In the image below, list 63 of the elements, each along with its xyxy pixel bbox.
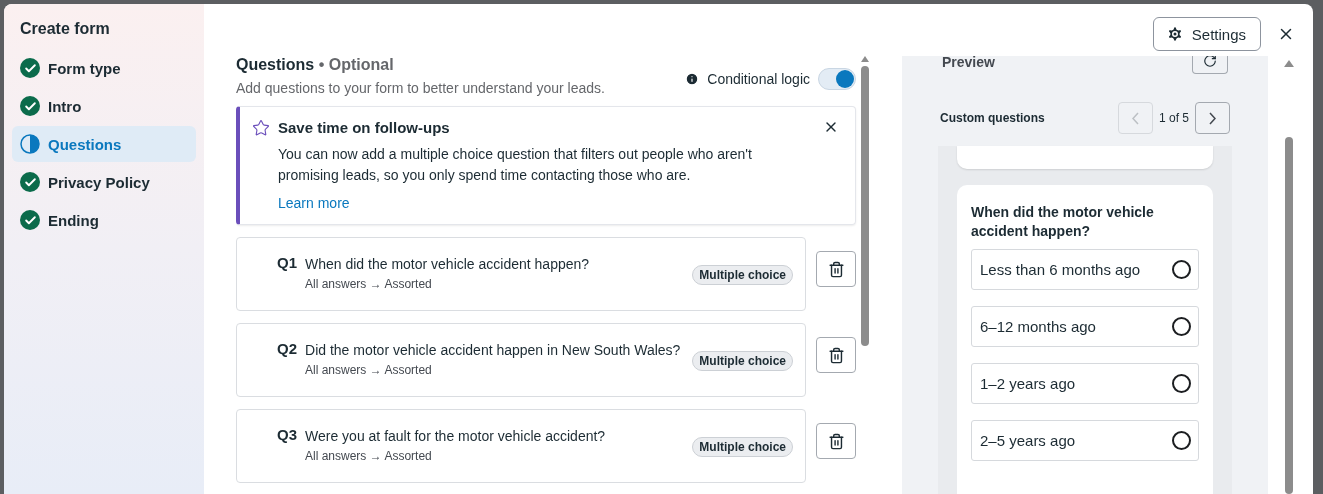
question-card[interactable]: Q1 When did the motor vehicle accident happen? All answers → Assorted Multiple choice	[236, 237, 806, 311]
preview-question: When did the motor vehicle accident happen?	[971, 203, 1155, 241]
conditional-logic-toggle[interactable]	[818, 68, 856, 90]
info-icon[interactable]	[685, 72, 700, 86]
radio-button[interactable]	[1172, 317, 1191, 336]
step-label: Form type	[48, 59, 121, 77]
step-item[interactable]: Privacy Policy	[12, 164, 196, 200]
answer-option[interactable]: 1–2 years ago	[971, 363, 1199, 404]
step-item[interactable]: Ending	[12, 202, 196, 238]
question-routing: All answers → Assorted	[305, 449, 433, 463]
step-label: Ending	[48, 211, 99, 229]
page-indicator: 1 of 5	[1158, 111, 1189, 125]
question-number: Q1	[277, 254, 297, 271]
banner-title: Save time on follow-ups	[278, 119, 451, 136]
answer-option[interactable]: 6–12 months ago	[971, 306, 1199, 347]
delete-button[interactable]	[816, 423, 856, 459]
sidebar-title: Create form	[19, 20, 111, 39]
star-icon	[252, 119, 270, 137]
option-label: 6–12 months ago	[980, 318, 1096, 335]
step-label: Intro	[48, 97, 82, 115]
section-title: Questions • Optional	[236, 56, 395, 74]
question-text: Were you at fault for the motor vehicle accident?	[305, 428, 607, 444]
step-item[interactable]: Questions	[12, 126, 196, 162]
chevron-right-icon	[1209, 111, 1216, 125]
question-number: Q3	[277, 426, 297, 443]
option-label: 2–5 years ago	[980, 432, 1076, 449]
preview-title: Preview	[942, 56, 995, 70]
question-card[interactable]: Q3 Were you at fault for the motor vehicle accident? All answers → Assorted Multiple choice	[236, 409, 806, 483]
answer-option[interactable]: Less than 6 months ago	[971, 249, 1199, 290]
settings-button[interactable]: Settings	[1152, 17, 1261, 51]
question-type-tag: Multiple choice	[692, 265, 793, 285]
banner-text: You can now add a multiple choice question that filters out people who aren't promising leads, so you only spend time contacting those who are.	[278, 145, 753, 185]
option-label: 1–2 years ago	[980, 375, 1076, 392]
preview-section-title: Custom questions	[940, 111, 1045, 125]
answer-option[interactable]: 2–5 years ago	[971, 420, 1199, 461]
question-card[interactable]: Q2 Did the motor vehicle accident happen in New South Wales? All answers → Assorted Multiple choice	[236, 323, 806, 397]
question-routing: All answers → Assorted	[305, 277, 433, 291]
scroll-up-icon[interactable]	[1284, 60, 1294, 67]
radio-button[interactable]	[1172, 260, 1191, 279]
chevron-left-icon	[1131, 111, 1139, 125]
toggle-label: Conditional logic	[707, 71, 810, 87]
trash-icon	[827, 260, 845, 278]
question-number: Q2	[277, 340, 297, 357]
option-label: Less than 6 months ago	[980, 261, 1141, 278]
radio-button[interactable]	[1172, 374, 1191, 393]
question-text: When did the motor vehicle accident happen?	[305, 256, 591, 272]
step-label: Questions	[48, 135, 122, 153]
step-label: Privacy Policy	[48, 173, 150, 191]
radio-button[interactable]	[1172, 431, 1191, 450]
delete-button[interactable]	[816, 251, 856, 287]
scroll-up-icon[interactable]	[861, 56, 869, 62]
section-subtitle: Add questions to your form to better understand your leads.	[236, 80, 605, 96]
refresh-icon	[1203, 56, 1217, 68]
trash-icon	[827, 346, 845, 364]
trash-icon	[827, 432, 845, 450]
question-type-tag: Multiple choice	[692, 351, 793, 371]
question-type-tag: Multiple choice	[692, 437, 793, 457]
question-text: Did the motor vehicle accident happen in New South Wales?	[305, 342, 682, 358]
learn-more-link[interactable]: Learn more	[278, 195, 350, 211]
step-item[interactable]: Intro	[12, 88, 196, 124]
step-item[interactable]: Form type	[12, 50, 196, 86]
delete-button[interactable]	[816, 337, 856, 373]
question-routing: All answers → Assorted	[305, 363, 433, 377]
